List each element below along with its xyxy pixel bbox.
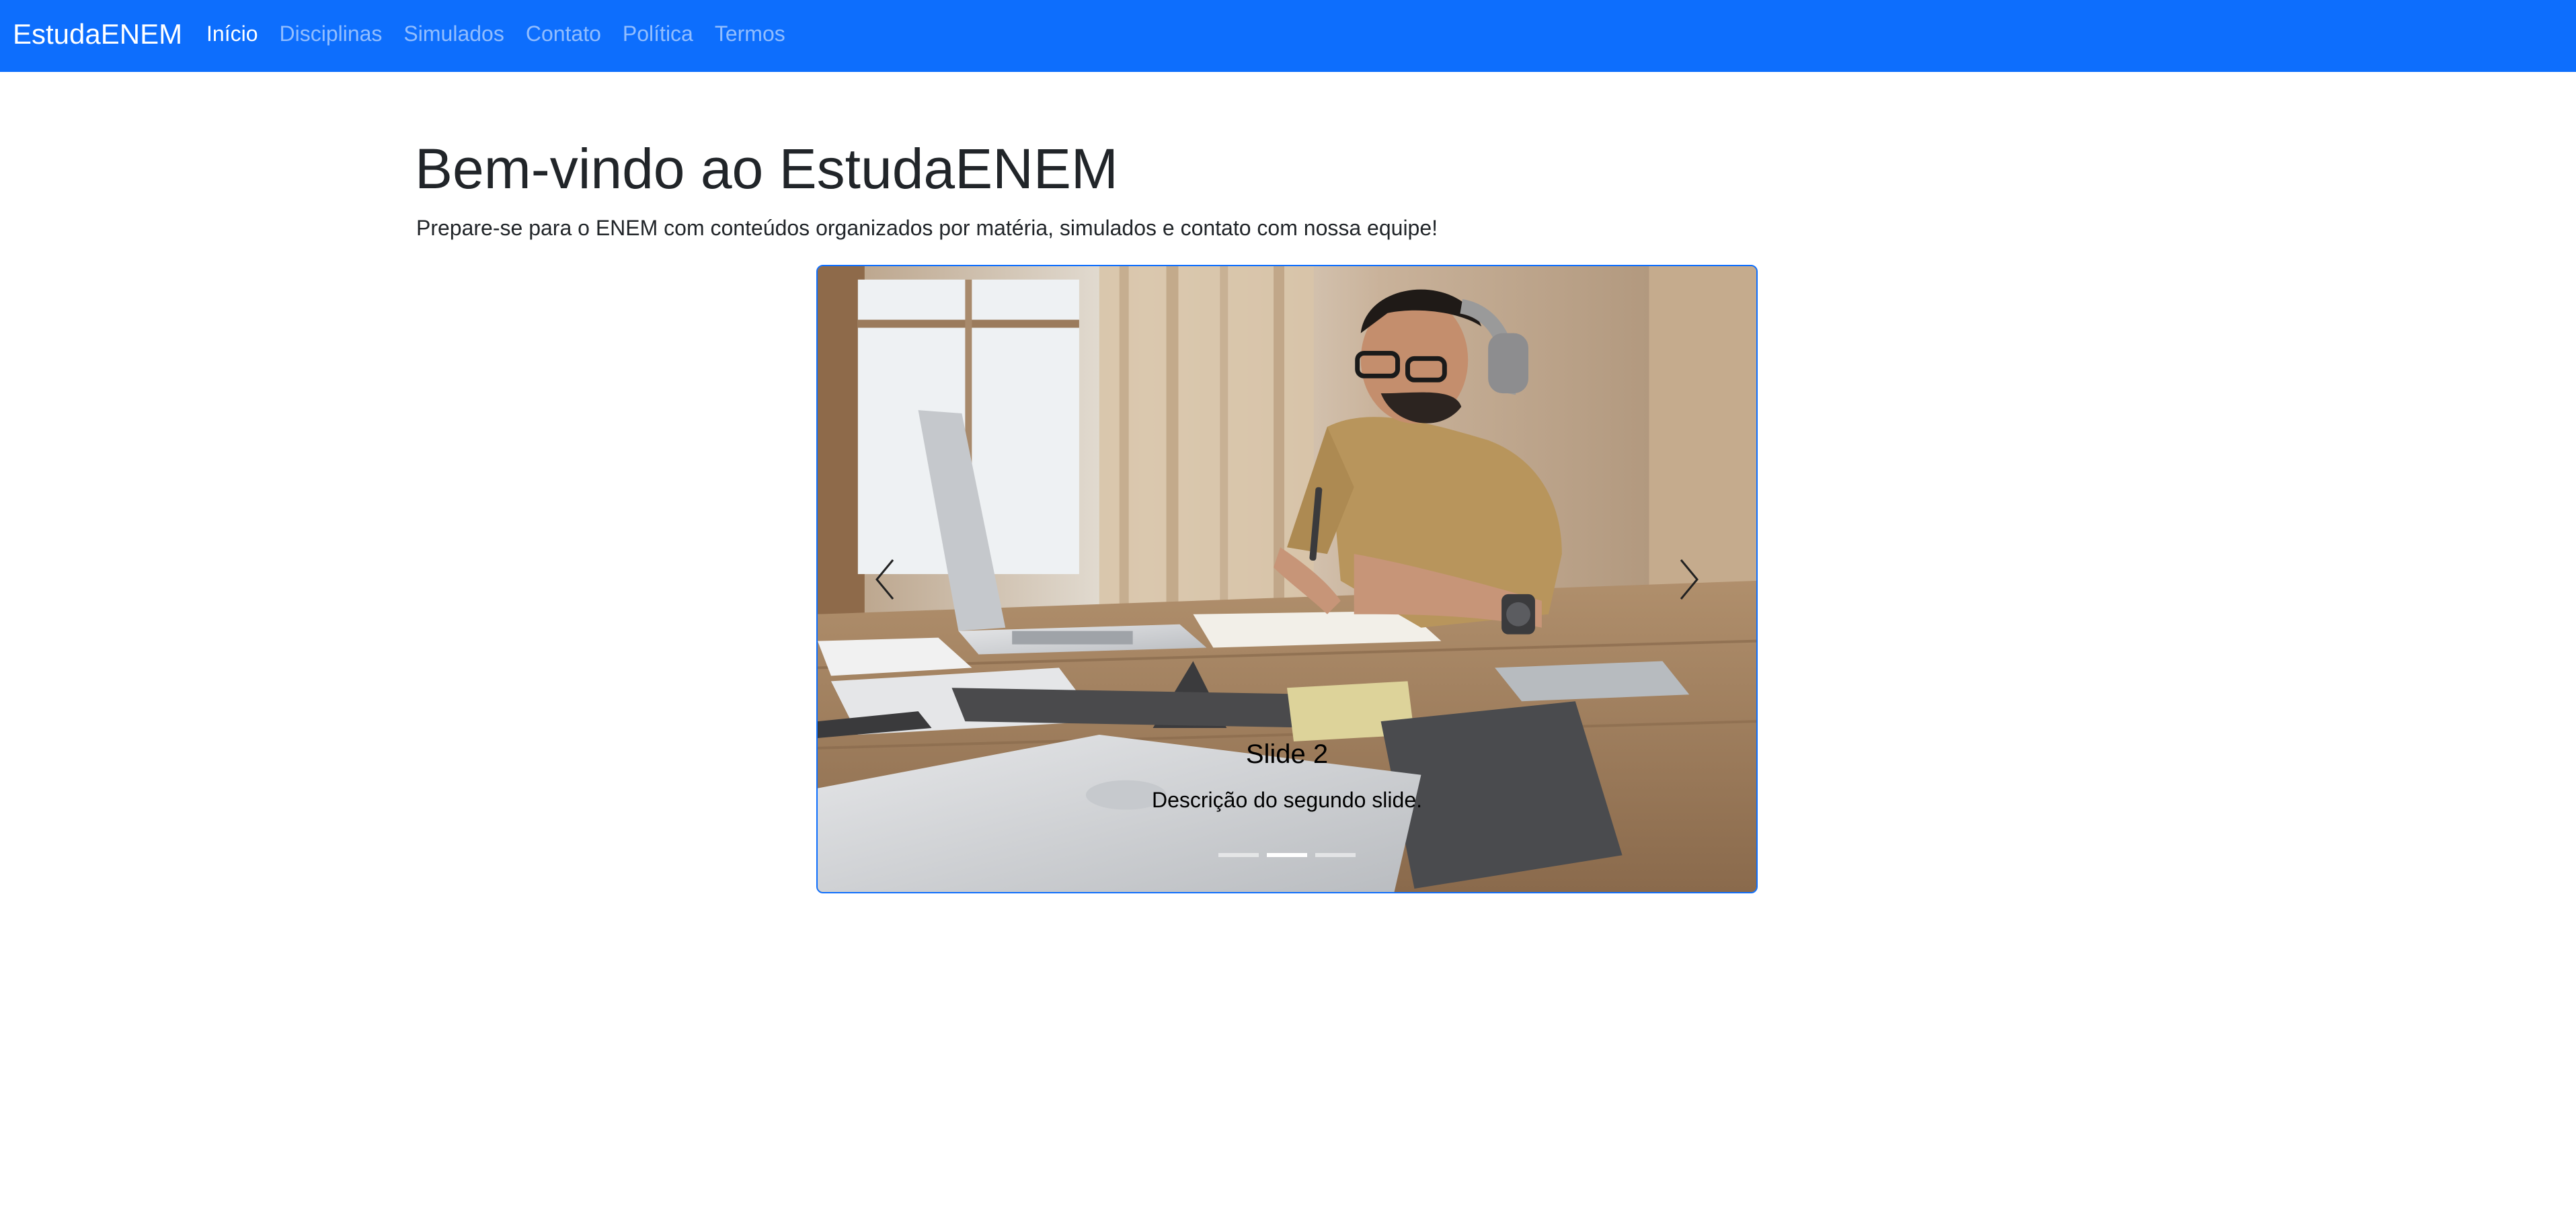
chevron-left-icon — [875, 559, 894, 600]
carousel-indicators — [818, 853, 1756, 857]
nav-link-simulados[interactable]: Simulados — [403, 22, 504, 46]
nav-link-termos[interactable]: Termos — [715, 22, 785, 46]
carousel-caption-title: Slide 2 — [1245, 739, 1329, 769]
chevron-right-icon — [1680, 559, 1699, 600]
page-title: Bem-vindo ao EstudaENEM — [415, 137, 1118, 200]
carousel-indicator-1[interactable] — [1218, 853, 1259, 857]
carousel-indicator-3[interactable] — [1315, 853, 1356, 857]
image-carousel: Slide 2 Descrição do segundo slide. — [816, 265, 1758, 893]
nav-links: Início Disciplinas Simulados Contato Pol… — [206, 0, 785, 68]
nav-link-inicio[interactable]: Início — [206, 22, 258, 46]
brand-link[interactable]: EstudaENEM — [13, 0, 182, 68]
carousel-indicator-2[interactable] — [1267, 853, 1307, 857]
nav-link-contato[interactable]: Contato — [526, 22, 601, 46]
nav-link-politica[interactable]: Política — [623, 22, 693, 46]
page-lead: Prepare-se para o ENEM com conteúdos org… — [416, 216, 1438, 240]
navbar: EstudaENEM Início Disciplinas Simulados … — [0, 0, 2576, 72]
nav-link-disciplinas[interactable]: Disciplinas — [279, 22, 382, 46]
carousel-caption-text: Descrição do segundo slide. — [1151, 788, 1422, 812]
